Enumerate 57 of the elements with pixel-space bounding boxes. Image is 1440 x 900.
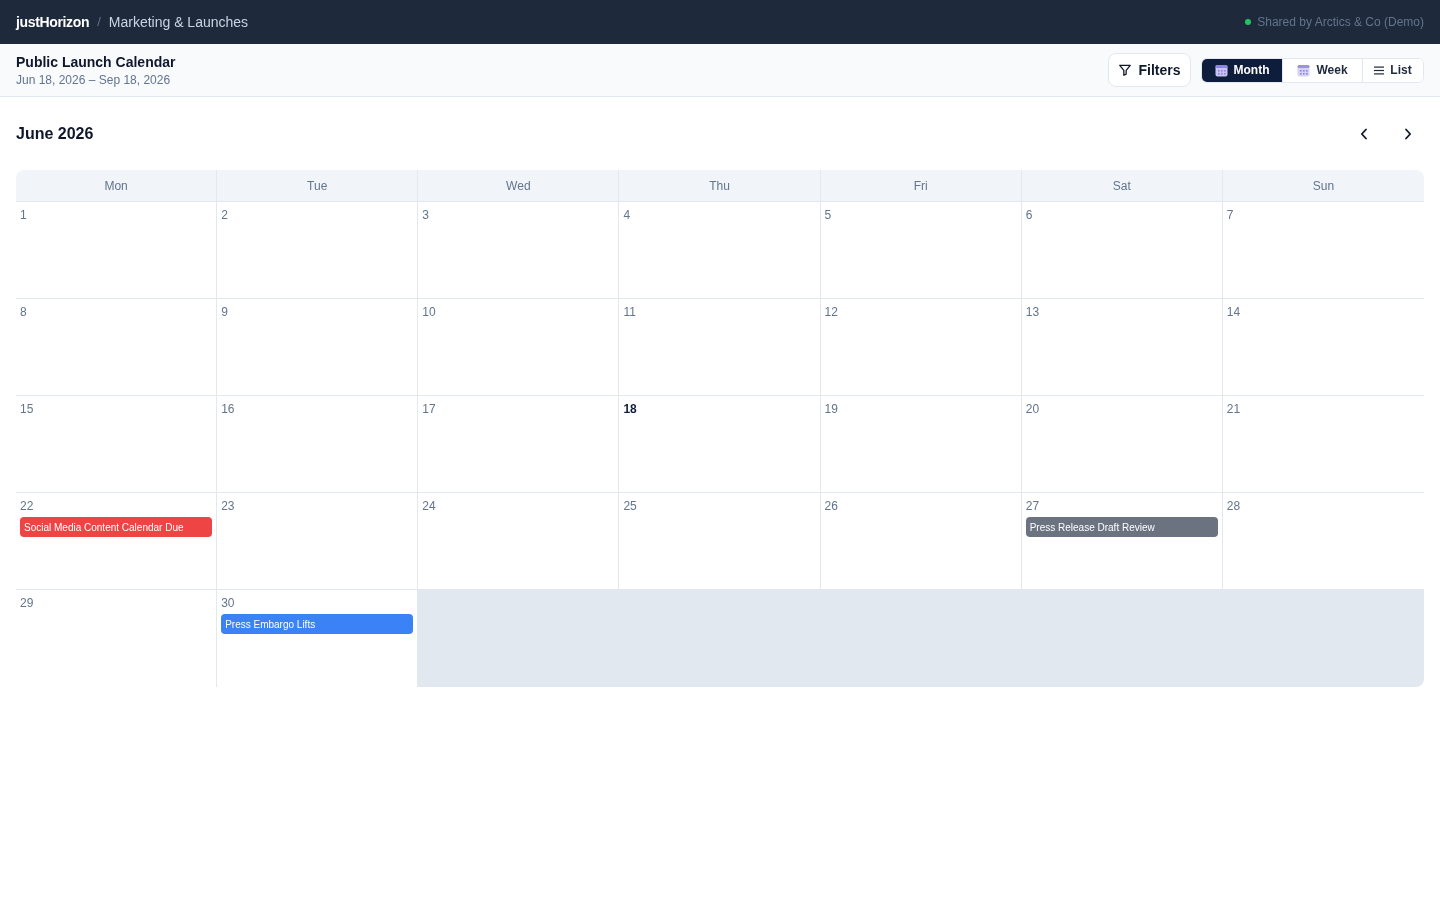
calendar-icon (1297, 63, 1311, 77)
day-number: 6 (1025, 207, 1033, 223)
status-dot-icon (1245, 19, 1252, 25)
day-number: 22 (20, 498, 34, 514)
filter-icon (1118, 63, 1133, 77)
day-number: 21 (1226, 401, 1241, 417)
day-number: 27 (1025, 498, 1040, 514)
day-number: 20 (1025, 401, 1040, 417)
day-number: 18 (623, 401, 637, 417)
day-number: 2 (221, 207, 228, 223)
day-number: 16 (221, 401, 235, 417)
month-title: June 2026 (16, 123, 94, 144)
breadcrumb-separator: / (97, 13, 101, 32)
day-number: 10 (422, 304, 436, 320)
day-number: 26 (824, 498, 838, 514)
weekday-header: Mon (16, 170, 218, 201)
day-number: 13 (1025, 304, 1040, 320)
day-number: 24 (422, 498, 436, 514)
chevron-right-icon (1404, 127, 1412, 140)
day-number: 12 (824, 304, 838, 320)
weekday-header: Tue (217, 170, 419, 201)
day-number: 28 (1226, 498, 1241, 514)
breadcrumb-section: Marketing & Launches (108, 11, 249, 33)
day-number: 15 (20, 401, 34, 417)
day-number: 1 (20, 207, 27, 223)
day-number: 11 (623, 304, 636, 320)
calendar-icon (1214, 63, 1228, 77)
shared-status: Shared by Arctics & Co (Demo) (1257, 14, 1424, 31)
weekday-header: Wed (418, 170, 620, 201)
day-number: 30 (221, 595, 235, 611)
day-number: 25 (623, 498, 637, 514)
weekday-header: Sun (1311, 177, 1336, 195)
view-tab[interactable]: List (1362, 58, 1423, 82)
calendar-title: Public Launch Calendar (16, 53, 176, 72)
chevron-left-icon (1360, 127, 1368, 140)
day-number: 5 (824, 207, 832, 223)
view-tab[interactable]: Month (1202, 58, 1282, 82)
event-chip[interactable]: Press Embargo Lifts (221, 614, 414, 634)
weekday-header: Sat (1021, 170, 1223, 201)
list-icon (1374, 65, 1385, 75)
day-number: 7 (1226, 207, 1234, 223)
day-number: 29 (20, 595, 34, 611)
weekday-header: Fri (820, 170, 1022, 201)
brand-name: justHorizon (16, 12, 90, 32)
date-range: Jun 18, 2026 – Sep 18, 2026 (16, 72, 172, 88)
weekday-header: Thu (619, 170, 821, 201)
day-number: 14 (1226, 304, 1241, 320)
day-number: 17 (422, 401, 436, 417)
event-chip[interactable]: Press Release Draft Review (1025, 517, 1218, 537)
day-number: 9 (221, 304, 228, 320)
day-number: 4 (623, 207, 631, 223)
day-number: 19 (824, 401, 838, 417)
day-number: 23 (221, 498, 235, 514)
event-chip[interactable]: Social Media Content Calendar Due (20, 517, 213, 537)
filters-button[interactable]: Filters (1108, 53, 1191, 87)
day-number: 3 (422, 207, 429, 223)
day-number: 8 (20, 304, 27, 320)
